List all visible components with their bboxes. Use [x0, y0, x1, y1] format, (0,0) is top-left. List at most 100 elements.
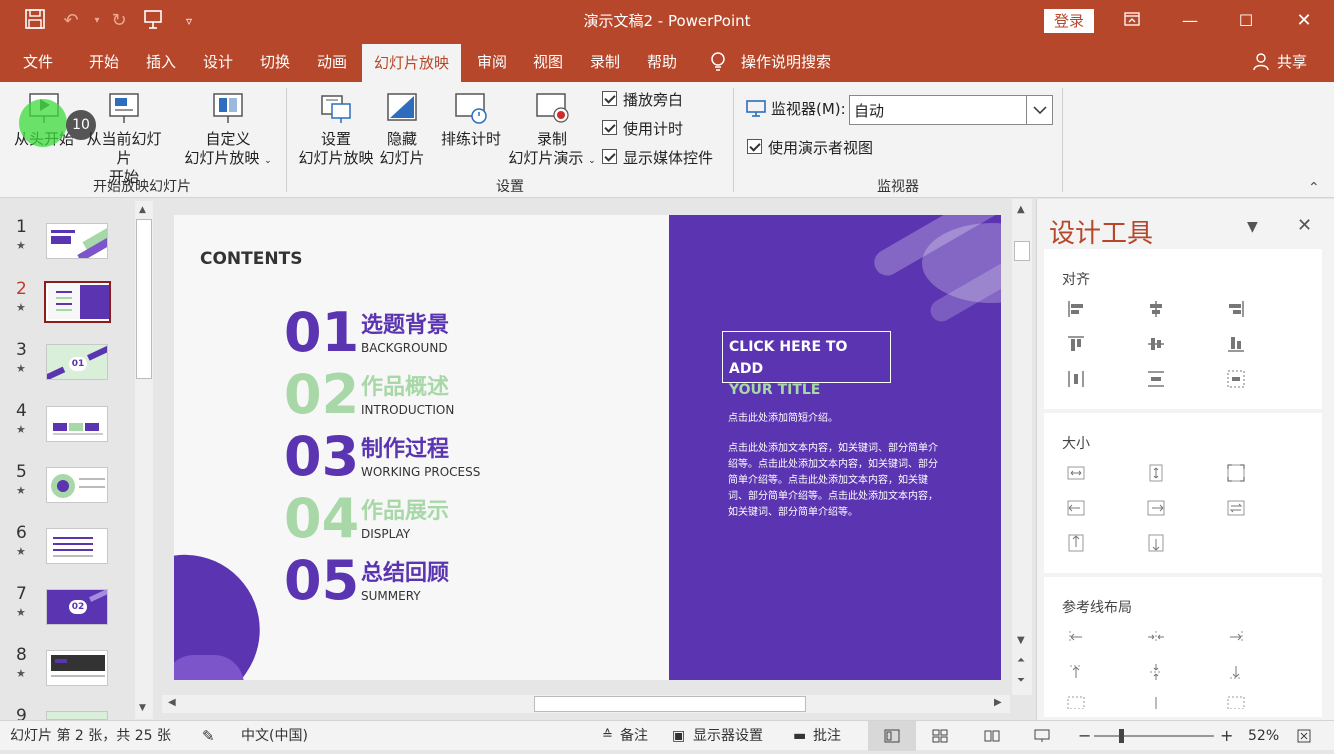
hide-slide-button[interactable]: 隐藏 幻灯片: [378, 90, 426, 168]
use-timings-checkbox[interactable]: 使用计时: [602, 118, 683, 140]
item-subtitle[interactable]: SUMMERY: [361, 589, 421, 603]
item-subtitle[interactable]: INTRODUCTION: [361, 403, 454, 417]
stretch-left-icon[interactable]: [1066, 498, 1086, 518]
editor-scrollbar[interactable]: ▲ ▼ ⏶ ⏷: [1012, 199, 1032, 695]
zoom-level[interactable]: 52%: [1248, 721, 1279, 751]
stretch-top-icon[interactable]: [1066, 533, 1086, 553]
tab-design[interactable]: 设计: [192, 42, 244, 82]
item-title[interactable]: 选题背景: [361, 307, 449, 339]
guide-center-h-icon[interactable]: [1146, 627, 1166, 647]
login-button[interactable]: 登录: [1044, 9, 1094, 33]
swap-size-icon[interactable]: [1226, 498, 1246, 518]
presenter-view-checkbox[interactable]: 使用演示者视图: [747, 137, 873, 159]
tab-slideshow[interactable]: 幻灯片放映: [362, 44, 461, 82]
play-narrations-checkbox[interactable]: 播放旁白: [602, 89, 683, 111]
slide-thumbnail-7[interactable]: 02: [46, 589, 108, 625]
item-number[interactable]: 05: [284, 551, 359, 611]
guide-extra-icon[interactable]: [1066, 695, 1086, 709]
scroll-thumb[interactable]: [534, 696, 806, 712]
item-subtitle[interactable]: BACKGROUND: [361, 341, 448, 355]
chevron-down-icon[interactable]: [1026, 96, 1052, 124]
language-indicator[interactable]: 中文(中国): [241, 721, 308, 751]
scroll-down-icon[interactable]: ▼: [139, 703, 146, 713]
previous-slide-icon[interactable]: ⏶: [1017, 655, 1025, 666]
ribbon-display-icon[interactable]: [1108, 0, 1156, 42]
distribute-horizontal-icon[interactable]: [1066, 369, 1086, 389]
maximize-icon[interactable]: ☐: [1222, 0, 1270, 42]
guide-bottom-icon[interactable]: [1226, 662, 1246, 682]
stretch-bottom-icon[interactable]: [1146, 533, 1166, 553]
slide-thumbnail-1[interactable]: [46, 223, 108, 259]
slide-info[interactable]: 幻灯片 第 2 张，共 25 张: [10, 721, 171, 751]
scroll-down-icon[interactable]: ▼: [1017, 635, 1025, 646]
record-show-button[interactable]: 录制 幻灯片演示 ⌄: [504, 90, 600, 171]
align-bottom-icon[interactable]: [1226, 334, 1246, 354]
tab-record[interactable]: 录制: [579, 42, 631, 82]
same-width-icon[interactable]: [1066, 463, 1086, 483]
guide-top-icon[interactable]: [1066, 662, 1086, 682]
scroll-thumb[interactable]: [136, 219, 152, 379]
collapse-ribbon-icon[interactable]: ⌃: [1308, 180, 1320, 196]
item-subtitle[interactable]: WORKING PROCESS: [361, 465, 480, 479]
zoom-out-icon[interactable]: −: [1078, 721, 1091, 751]
slide-thumbnail-4[interactable]: [46, 406, 108, 442]
item-number[interactable]: 02: [284, 365, 359, 425]
guide-center-v-icon[interactable]: [1146, 662, 1166, 682]
scroll-thumb[interactable]: [1014, 241, 1030, 261]
stretch-right-icon[interactable]: [1146, 498, 1166, 518]
item-number[interactable]: 04: [284, 489, 359, 549]
guide-extra-icon[interactable]: [1226, 695, 1246, 709]
scroll-right-icon[interactable]: ▶: [994, 697, 1002, 708]
monitor-select[interactable]: 自动: [849, 95, 1053, 125]
title-placeholder[interactable]: CLICK HERE TO ADD YOUR TITLE: [722, 331, 891, 398]
display-settings-button[interactable]: 显示器设置: [693, 721, 763, 751]
item-title[interactable]: 制作过程: [361, 431, 449, 463]
spellcheck-icon[interactable]: ✎: [202, 721, 215, 751]
notes-button[interactable]: 备注: [620, 721, 648, 751]
zoom-slider[interactable]: [1094, 735, 1214, 737]
guide-extra-icon[interactable]: [1146, 695, 1166, 709]
slide-thumbnail-6[interactable]: [46, 528, 108, 564]
tab-file[interactable]: 文件: [12, 42, 64, 82]
body-text[interactable]: 点击此处添加文本内容，如关键词、部分简单介绍等。点击此处添加文本内容，如关键词、…: [728, 441, 938, 521]
undo-icon[interactable]: ↶: [58, 8, 84, 34]
zoom-slider-thumb[interactable]: [1119, 729, 1124, 743]
share-button[interactable]: 共享: [1272, 42, 1312, 82]
thumbnail-scrollbar[interactable]: ▲ ▼: [135, 201, 153, 719]
pane-options-icon[interactable]: ▼: [1247, 219, 1258, 235]
next-slide-icon[interactable]: ⏷: [1017, 675, 1025, 686]
same-height-icon[interactable]: [1146, 463, 1166, 483]
align-right-icon[interactable]: [1226, 299, 1246, 319]
item-subtitle[interactable]: DISPLAY: [361, 527, 410, 541]
custom-show-button[interactable]: 自定义 幻灯片放映 ⌄: [182, 90, 274, 171]
tab-animations[interactable]: 动画: [306, 42, 358, 82]
slide-thumbnail-3[interactable]: 01: [46, 344, 108, 380]
slide-thumbnail-9[interactable]: [46, 711, 108, 720]
align-top-icon[interactable]: [1066, 334, 1086, 354]
slideshow-view-icon[interactable]: [1034, 721, 1050, 751]
align-left-icon[interactable]: [1066, 299, 1086, 319]
customize-toolbar-icon[interactable]: ▿: [176, 8, 202, 34]
tab-home[interactable]: 开始: [78, 42, 130, 82]
align-to-slide-icon[interactable]: [1226, 369, 1246, 389]
minimize-icon[interactable]: —: [1166, 0, 1214, 42]
scroll-up-icon[interactable]: ▲: [139, 205, 146, 215]
guide-right-icon[interactable]: [1226, 627, 1246, 647]
tell-me-search[interactable]: 操作说明搜索: [738, 42, 834, 82]
item-number[interactable]: 01: [284, 303, 359, 363]
align-center-icon[interactable]: [1146, 299, 1166, 319]
slide-thumbnail-5[interactable]: [46, 467, 108, 503]
item-number[interactable]: 03: [284, 427, 359, 487]
tab-help[interactable]: 帮助: [636, 42, 688, 82]
scroll-left-icon[interactable]: ◀: [168, 697, 176, 708]
slide-sorter-icon[interactable]: [932, 721, 948, 751]
tab-review[interactable]: 审阅: [466, 42, 518, 82]
distribute-vertical-icon[interactable]: [1146, 369, 1166, 389]
tab-insert[interactable]: 插入: [135, 42, 187, 82]
slide-thumbnail-2[interactable]: [44, 281, 111, 323]
zoom-in-icon[interactable]: +: [1220, 721, 1233, 751]
editor-hscrollbar[interactable]: ◀ ▶: [162, 695, 1010, 713]
rehearse-timings-button[interactable]: 排练计时: [436, 90, 506, 149]
slide-canvas[interactable]: CONTENTS 01 选题背景 BACKGROUND 02 作品概述 INTR…: [174, 215, 1001, 680]
guide-left-icon[interactable]: [1066, 627, 1086, 647]
